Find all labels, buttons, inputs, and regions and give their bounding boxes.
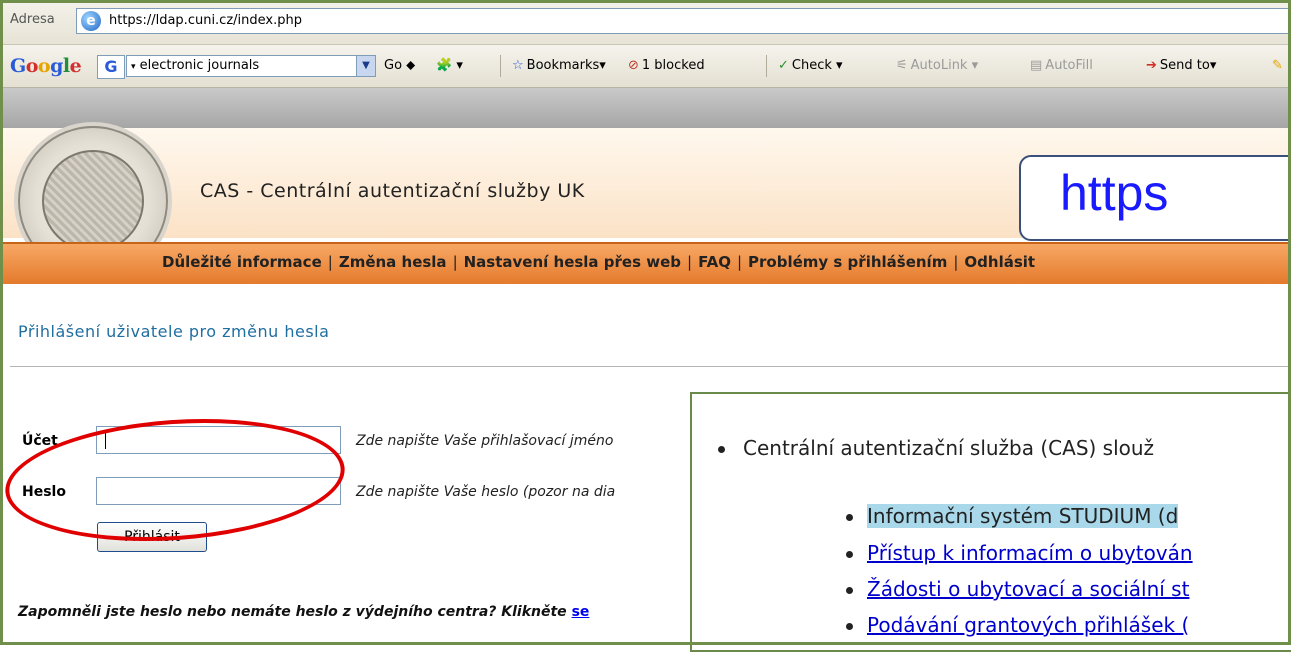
info-item-social-requests: Žádosti o ubytovací a sociální st xyxy=(846,577,1189,601)
bookmarks-button[interactable]: ☆ Bookmarks▾ xyxy=(512,58,606,73)
bullet-icon xyxy=(846,551,853,558)
nav-change-password[interactable]: Změna hesla xyxy=(339,253,447,271)
https-callout-text: https xyxy=(1060,165,1169,221)
form-icon: ▤ xyxy=(1030,58,1043,73)
go-arrows-icon: ⬥ xyxy=(406,58,416,73)
pencil-icon[interactable]: ✎ xyxy=(1272,58,1283,73)
autofill-button[interactable]: ▤ AutoFill xyxy=(1030,58,1093,73)
nav-web-password-setup[interactable]: Nastavení hesla přes web xyxy=(464,253,681,271)
autolink-button[interactable]: ⚟ AutoLink ▾ xyxy=(896,58,978,73)
blocked-icon: ⊘ xyxy=(628,58,639,73)
bullet-icon xyxy=(718,446,725,453)
puzzle-icon[interactable]: 🧩 ▾ xyxy=(436,58,463,73)
address-url[interactable]: https://ldap.cuni.cz/index.php xyxy=(109,13,302,28)
forgot-password-link[interactable]: se xyxy=(572,604,590,620)
nav-important-info[interactable]: Důležité informace xyxy=(162,253,322,271)
address-field[interactable]: e https://ldap.cuni.cz/index.php xyxy=(76,8,1291,34)
popup-blocker-button[interactable]: ⊘ 1 blocked xyxy=(628,58,705,73)
nav-logout[interactable]: Odhlásit xyxy=(964,253,1035,271)
google-g-icon[interactable]: G xyxy=(97,55,125,79)
info-item-accommodation: Přístup k informacím o ubytován xyxy=(846,541,1193,565)
info-item-grants: Podávání grantových přihlášek ( xyxy=(846,613,1189,637)
nav-login-problems[interactable]: Problémy s přihlášením xyxy=(748,253,947,271)
forgot-password-text: Zapomněli jste heslo nebo nemáte heslo z… xyxy=(18,604,590,620)
nav-faq[interactable]: FAQ xyxy=(698,253,731,271)
star-icon: ☆ xyxy=(512,58,524,73)
page-title: Přihlášení uživatele pro změnu hesla xyxy=(18,322,330,341)
header-gray-band xyxy=(0,88,1291,128)
bullet-icon xyxy=(846,587,853,594)
annotation-ellipse xyxy=(1,408,349,552)
send-arrow-icon: ➔ xyxy=(1146,58,1157,73)
address-label: Adresa xyxy=(10,12,55,27)
site-title: CAS - Centrální autentizační služby UK xyxy=(200,180,585,202)
bullet-icon xyxy=(846,514,853,521)
google-toolbar: Google G ▾ electronic journals ▼ Go ⬥ 🧩 … xyxy=(0,45,1291,88)
google-logo[interactable]: Google xyxy=(10,55,82,77)
send-to-button[interactable]: ➔ Send to▾ xyxy=(1146,58,1216,73)
divider xyxy=(10,366,1291,367)
google-search-input[interactable]: ▾ electronic journals ▼ xyxy=(126,55,376,77)
nav-links: Důležité informace | Změna hesla | Nastavení… xyxy=(162,253,1036,271)
go-button[interactable]: Go ⬥ xyxy=(384,58,418,73)
bullet-icon xyxy=(846,623,853,630)
ie-page-icon: e xyxy=(81,11,101,31)
info-item-studium: Informační systém STUDIUM (d xyxy=(846,504,1179,528)
address-bar: Adresa e https://ldap.cuni.cz/index.php xyxy=(0,0,1291,45)
account-hint: Zde napište Vaše přihlašovací jméno xyxy=(356,433,614,449)
password-hint: Zde napište Vaše heslo (pozor na dia xyxy=(356,484,616,500)
spellcheck-button[interactable]: ✓ Check ▾ xyxy=(778,58,843,73)
search-history-dropdown[interactable]: ▼ xyxy=(356,56,375,76)
dropdown-arrow-icon: ▾ xyxy=(131,62,136,72)
check-icon: ✓ xyxy=(778,58,789,73)
wand-icon: ⚟ xyxy=(896,58,908,73)
info-main-bullet: Centrální autentizační služba (CAS) slou… xyxy=(718,436,1154,460)
